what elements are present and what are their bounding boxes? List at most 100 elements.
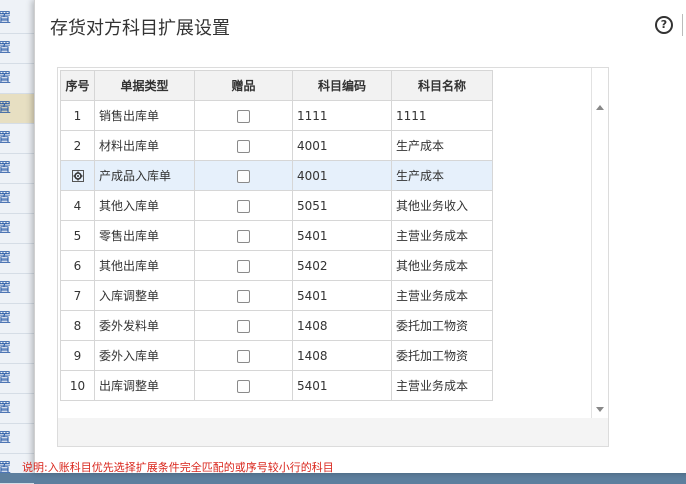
account-extension-dialog: 存货对方科目扩展设置 ? 序号 单据类型 赠品 科目编码 科目名称 1 销售出库单… [34, 0, 686, 473]
gift-checkbox[interactable] [237, 259, 250, 273]
background-sidebar: 置 置 置 置 置 置 置 置 置 置 置 置 置 置 置 置 [0, 0, 35, 484]
row-account-code[interactable]: 4001 [292, 160, 392, 191]
row-doc-type[interactable]: 产成品入库单 [94, 160, 195, 191]
grid-header-row: 序号 单据类型 赠品 科目编码 科目名称 [60, 70, 493, 101]
row-gift-cell [194, 130, 293, 161]
table-row[interactable]: 4 其他入库单 5051 其他业务收入 [60, 190, 493, 221]
grid-area: 序号 单据类型 赠品 科目编码 科目名称 1 销售出库单 1111 1111 2 材料出库… [58, 68, 608, 418]
row-gift-cell [194, 220, 293, 251]
gift-checkbox[interactable] [237, 139, 250, 153]
row-account-name[interactable]: 主营业务成本 [391, 370, 493, 401]
background-sidebar-item[interactable]: 置 [0, 424, 34, 454]
row-index: 9 [60, 340, 95, 371]
table-row[interactable]: 2 材料出库单 4001 生产成本 [60, 130, 493, 161]
header-idx[interactable]: 序号 [60, 70, 95, 101]
gift-checkbox[interactable] [237, 379, 250, 393]
background-sidebar-item[interactable]: 置 [0, 64, 34, 94]
background-sidebar-item[interactable]: 置 [0, 184, 34, 214]
row-account-name[interactable]: 其他业务成本 [391, 250, 493, 281]
row-account-name[interactable]: 其他业务收入 [391, 190, 493, 221]
row-gift-cell [194, 100, 293, 131]
dialog-title: 存货对方科目扩展设置 [50, 18, 230, 39]
row-account-name[interactable]: 生产成本 [391, 160, 493, 191]
row-index: 7 [60, 280, 95, 311]
row-account-code[interactable]: 5401 [292, 280, 392, 311]
row-account-name[interactable]: 委托加工物资 [391, 340, 493, 371]
row-account-name[interactable]: 生产成本 [391, 130, 493, 161]
row-account-name[interactable]: 1111 [391, 100, 493, 131]
row-account-code[interactable]: 1111 [292, 100, 392, 131]
background-sidebar-item[interactable]: 置 [0, 214, 34, 244]
row-doc-type[interactable]: 出库调整单 [94, 370, 195, 401]
gift-checkbox[interactable] [237, 169, 250, 183]
row-gift-cell [194, 250, 293, 281]
row-doc-type[interactable]: 委外入库单 [94, 340, 195, 371]
row-doc-type[interactable]: 入库调整单 [94, 280, 195, 311]
background-sidebar-item[interactable]: 置 [0, 34, 34, 64]
row-doc-type[interactable]: 材料出库单 [94, 130, 195, 161]
table-row[interactable]: 9 委外入库单 1408 委托加工物资 [60, 340, 493, 371]
background-sidebar-item[interactable]: 置 [0, 274, 34, 304]
row-account-name[interactable]: 主营业务成本 [391, 220, 493, 251]
row-account-name[interactable]: 主营业务成本 [391, 280, 493, 311]
table-row[interactable]: 7 入库调整单 5401 主营业务成本 [60, 280, 493, 311]
row-account-code[interactable]: 5051 [292, 190, 392, 221]
help-icon[interactable]: ? [655, 16, 673, 34]
background-sidebar-item[interactable]: 置 [0, 4, 34, 34]
row-account-code[interactable]: 1408 [292, 310, 392, 341]
row-index: 10 [60, 370, 95, 401]
account-grid: 序号 单据类型 赠品 科目编码 科目名称 1 销售出库单 1111 1111 2 材料出库… [60, 70, 493, 401]
row-account-code[interactable]: 5402 [292, 250, 392, 281]
gift-checkbox[interactable] [237, 199, 250, 213]
row-doc-type[interactable]: 其他出库单 [94, 250, 195, 281]
row-index: 6 [60, 250, 95, 281]
gift-checkbox[interactable] [237, 109, 250, 123]
row-account-code[interactable]: 4001 [292, 130, 392, 161]
row-index: 1 [60, 100, 95, 131]
row-doc-type[interactable]: 其他入库单 [94, 190, 195, 221]
background-sidebar-item[interactable]: 置 [0, 394, 34, 424]
row-account-code[interactable]: 5401 [292, 370, 392, 401]
header-doc-type[interactable]: 单据类型 [94, 70, 195, 101]
scroll-up-arrow-icon[interactable] [596, 105, 604, 110]
gear-icon[interactable] [71, 170, 84, 182]
grid-panel: 序号 单据类型 赠品 科目编码 科目名称 1 销售出库单 1111 1111 2 材料出库… [57, 67, 609, 447]
background-sidebar-item[interactable]: 置 [0, 364, 34, 394]
table-row[interactable]: 1 销售出库单 1111 1111 [60, 100, 493, 131]
gift-checkbox[interactable] [237, 229, 250, 243]
row-gift-cell [194, 370, 293, 401]
background-sidebar-item[interactable]: 置 [0, 304, 34, 334]
row-gift-cell [194, 340, 293, 371]
row-gift-cell [194, 280, 293, 311]
background-sidebar-item[interactable]: 置 [0, 244, 34, 274]
row-index [60, 160, 95, 191]
row-account-name[interactable]: 委托加工物资 [391, 310, 493, 341]
gift-checkbox[interactable] [237, 349, 250, 363]
row-doc-type[interactable]: 委外发料单 [94, 310, 195, 341]
header-account-name[interactable]: 科目名称 [391, 70, 493, 101]
gift-checkbox[interactable] [237, 319, 250, 333]
row-index: 4 [60, 190, 95, 221]
header-account-code[interactable]: 科目编码 [292, 70, 392, 101]
row-gift-cell [194, 310, 293, 341]
table-row[interactable]: 5 零售出库单 5401 主营业务成本 [60, 220, 493, 251]
background-sidebar-item[interactable]: 置 [0, 124, 34, 154]
row-gift-cell [194, 190, 293, 221]
table-row[interactable]: 6 其他出库单 5402 其他业务成本 [60, 250, 493, 281]
background-sidebar-item[interactable]: 置 [0, 154, 34, 184]
row-gift-cell [194, 160, 293, 191]
background-sidebar-item-active[interactable]: 置 [0, 94, 34, 124]
table-row[interactable]: 8 委外发料单 1408 委托加工物资 [60, 310, 493, 341]
row-index: 5 [60, 220, 95, 251]
background-sidebar-item[interactable]: 置 [0, 334, 34, 364]
row-doc-type[interactable]: 销售出库单 [94, 100, 195, 131]
row-account-code[interactable]: 5401 [292, 220, 392, 251]
grid-scrollbar[interactable] [591, 68, 608, 418]
table-row[interactable]: 产成品入库单 4001 生产成本 [60, 160, 493, 191]
row-account-code[interactable]: 1408 [292, 340, 392, 371]
gift-checkbox[interactable] [237, 289, 250, 303]
header-gift[interactable]: 赠品 [194, 70, 293, 101]
row-doc-type[interactable]: 零售出库单 [94, 220, 195, 251]
table-row[interactable]: 10 出库调整单 5401 主营业务成本 [60, 370, 493, 401]
scroll-down-arrow-icon[interactable] [596, 407, 604, 412]
